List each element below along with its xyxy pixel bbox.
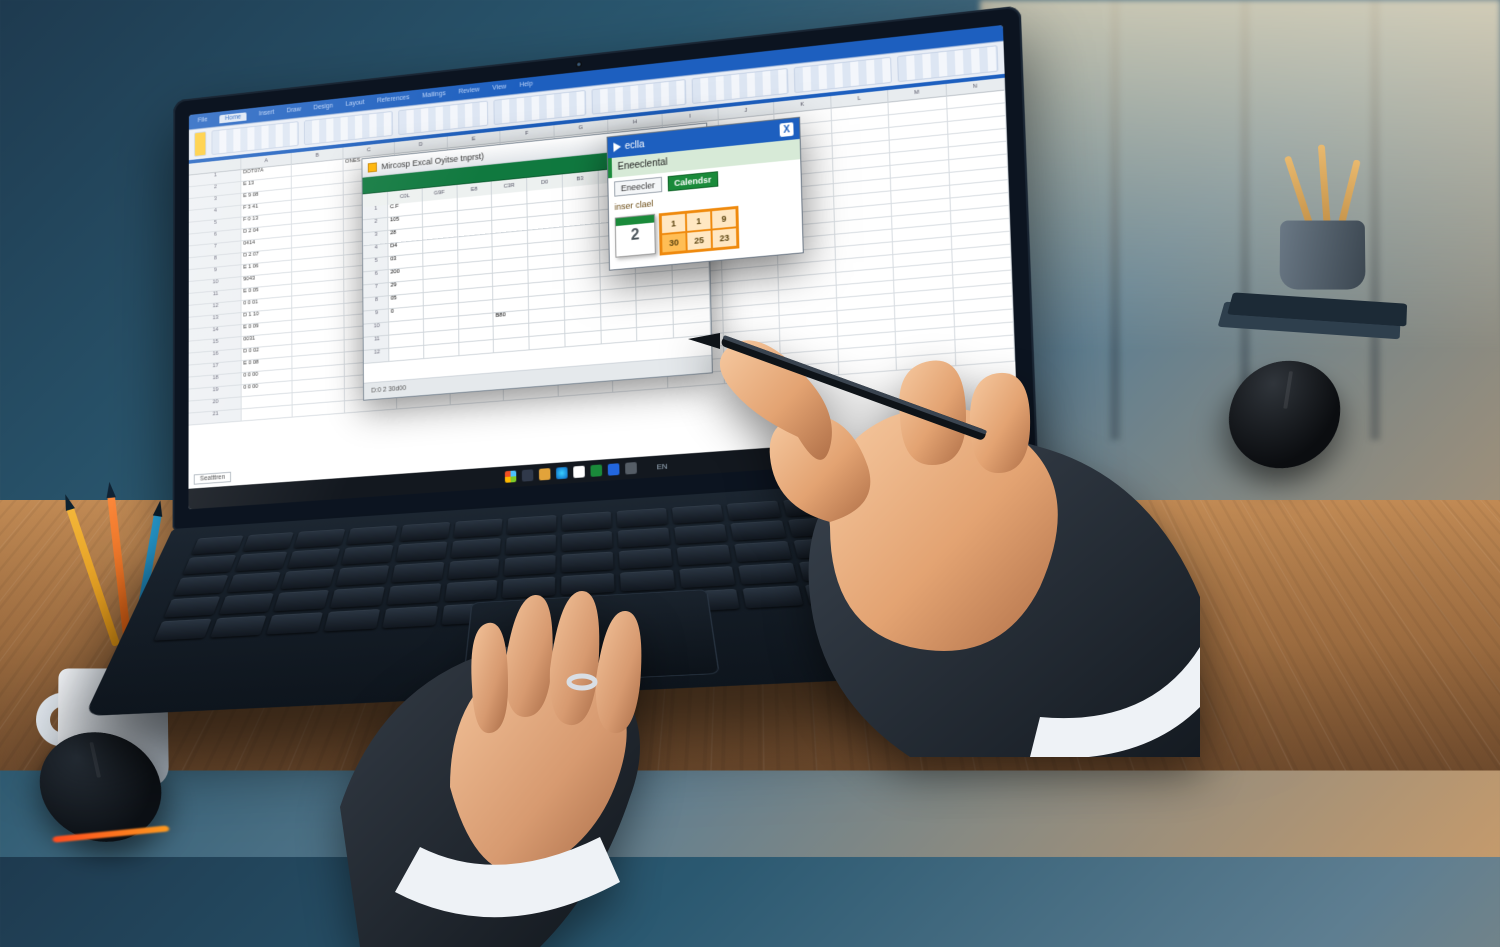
- keyboard-key[interactable]: [183, 555, 236, 575]
- cell[interactable]: [565, 331, 601, 347]
- cell[interactable]: [637, 325, 674, 342]
- calendar-cell[interactable]: 30: [661, 232, 687, 254]
- calendar-big-day[interactable]: 2: [615, 214, 656, 258]
- keyboard-key[interactable]: [164, 596, 220, 617]
- taskbar-store-icon[interactable]: [574, 466, 586, 478]
- ribbon-tab[interactable]: Layout: [345, 99, 364, 109]
- ribbon-group[interactable]: [304, 111, 393, 145]
- keyboard-key[interactable]: [174, 575, 229, 595]
- taskbar-edge-icon[interactable]: [556, 467, 568, 479]
- calendar-popup-title: eclla: [625, 139, 645, 151]
- calendar-popup[interactable]: eclla X Eneeclental Eneecler Calendsr in…: [607, 117, 804, 271]
- ribbon-group[interactable]: [592, 79, 687, 115]
- ribbon-group[interactable]: [897, 45, 998, 82]
- cell[interactable]: [424, 343, 459, 359]
- taskbar-search-icon[interactable]: [522, 469, 534, 481]
- desk-mouse-right: [1217, 358, 1344, 473]
- cell[interactable]: [494, 337, 530, 353]
- ribbon-tab[interactable]: Draw: [287, 106, 302, 116]
- ribbon-accent[interactable]: [194, 131, 206, 157]
- ribbon-tab[interactable]: Home: [220, 112, 247, 123]
- inner-window-logo-icon: [368, 162, 377, 172]
- ribbon-tab[interactable]: Design: [314, 103, 333, 113]
- taskbar-excel-icon[interactable]: [591, 464, 603, 476]
- ribbon-group[interactable]: [494, 90, 587, 125]
- cell[interactable]: [601, 328, 638, 344]
- keyboard-key[interactable]: [154, 619, 211, 641]
- calendar-cell[interactable]: 1: [686, 210, 712, 232]
- user-left-hand: [300, 487, 720, 947]
- calendar-cell[interactable]: 1: [661, 213, 687, 235]
- taskbar-lang[interactable]: EN: [657, 461, 668, 471]
- calendar-popup-option-left[interactable]: Eneecler: [614, 177, 662, 197]
- calendar-cell[interactable]: 25: [686, 230, 712, 252]
- user-right-hand: [680, 297, 1200, 757]
- keyboard-key[interactable]: [210, 615, 267, 637]
- cell[interactable]: [389, 346, 424, 362]
- ribbon-tab[interactable]: File: [198, 117, 208, 126]
- cell[interactable]: [529, 334, 565, 350]
- calendar-cell[interactable]: 9: [711, 208, 737, 230]
- keyboard-key[interactable]: [191, 536, 243, 555]
- ribbon-tab[interactable]: Insert: [259, 109, 274, 119]
- row-header[interactable]: 12: [364, 349, 390, 364]
- desk-pencil-cup-right: [1259, 182, 1381, 299]
- calendar-popup-close-button[interactable]: X: [780, 122, 794, 137]
- ribbon-tab[interactable]: Mailings: [422, 90, 446, 101]
- ribbon-group[interactable]: [793, 57, 892, 94]
- cell[interactable]: [293, 401, 345, 417]
- ribbon-tab[interactable]: View: [492, 84, 506, 94]
- calendar-popup-option-right[interactable]: Calendsr: [667, 171, 718, 191]
- ribbon-group[interactable]: [212, 121, 299, 155]
- keyboard-key[interactable]: [219, 593, 274, 614]
- desk-notebooks: [1218, 302, 1401, 340]
- calendar-mini-grid[interactable]: 119302523: [659, 206, 740, 256]
- taskbar-mail-icon[interactable]: [608, 463, 620, 475]
- ribbon-group[interactable]: [398, 101, 489, 136]
- keyboard-key[interactable]: [227, 572, 281, 593]
- cell[interactable]: [242, 405, 293, 421]
- cell[interactable]: [459, 340, 494, 356]
- calendar-cell[interactable]: 23: [712, 227, 738, 249]
- calendar-popup-flag-icon: [613, 142, 621, 152]
- taskbar-files-icon[interactable]: [539, 468, 551, 480]
- ribbon-tab[interactable]: References: [377, 94, 409, 106]
- keyboard-key[interactable]: [235, 552, 288, 572]
- keyboard-key[interactable]: [243, 532, 294, 551]
- taskbar-settings-icon[interactable]: [626, 462, 638, 475]
- ribbon-tab[interactable]: Help: [519, 81, 533, 91]
- ribbon-group[interactable]: [691, 68, 788, 104]
- ribbon-tab[interactable]: Review: [458, 87, 479, 98]
- taskbar-start-icon[interactable]: [505, 470, 516, 482]
